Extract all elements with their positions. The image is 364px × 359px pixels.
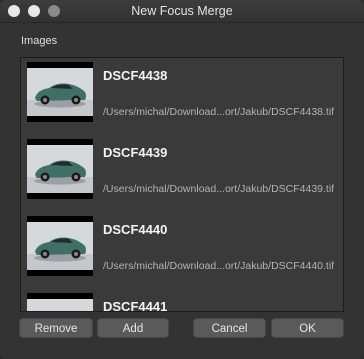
image-thumbnail — [27, 293, 93, 311]
images-label: Images — [21, 35, 58, 47]
car-photo-icon — [27, 68, 93, 116]
add-button[interactable]: Add — [97, 318, 169, 338]
list-item[interactable]: DSCF4440/Users/michal/Download...ort/Jak… — [21, 212, 343, 289]
window-title: New Focus Merge — [131, 4, 233, 18]
images-list-scroll[interactable]: DSCF4438/Users/michal/Download...ort/Jak… — [21, 58, 343, 311]
list-item-name: DSCF4441 — [103, 299, 168, 311]
list-item-name: DSCF4438 — [103, 68, 168, 83]
list-item-path: /Users/michal/Download...ort/Jakub/DSCF4… — [103, 260, 335, 272]
image-thumbnail — [27, 216, 93, 276]
images-list[interactable]: DSCF4438/Users/michal/Download...ort/Jak… — [20, 57, 344, 312]
list-item[interactable]: DSCF4441 — [21, 289, 343, 311]
list-item[interactable]: DSCF4439/Users/michal/Download...ort/Jak… — [21, 135, 343, 212]
list-item-name: DSCF4440 — [103, 222, 168, 237]
list-item-name: DSCF4439 — [103, 145, 168, 160]
cancel-button[interactable]: Cancel — [193, 318, 266, 338]
car-photo-icon — [27, 299, 93, 311]
list-item[interactable]: DSCF4438/Users/michal/Download...ort/Jak… — [21, 58, 343, 135]
car-photo-icon — [27, 145, 93, 193]
car-photo-icon — [27, 222, 93, 270]
image-thumbnail — [27, 62, 93, 122]
ok-button[interactable]: OK — [271, 318, 344, 338]
new-focus-merge-dialog: New Focus Merge Images DSCF4438/Users/mi… — [0, 0, 364, 359]
titlebar: New Focus Merge — [0, 0, 364, 23]
list-item-path: /Users/michal/Download...ort/Jakub/DSCF4… — [103, 106, 335, 118]
remove-button[interactable]: Remove — [19, 318, 93, 338]
list-item-path: /Users/michal/Download...ort/Jakub/DSCF4… — [103, 183, 335, 195]
image-thumbnail — [27, 139, 93, 199]
